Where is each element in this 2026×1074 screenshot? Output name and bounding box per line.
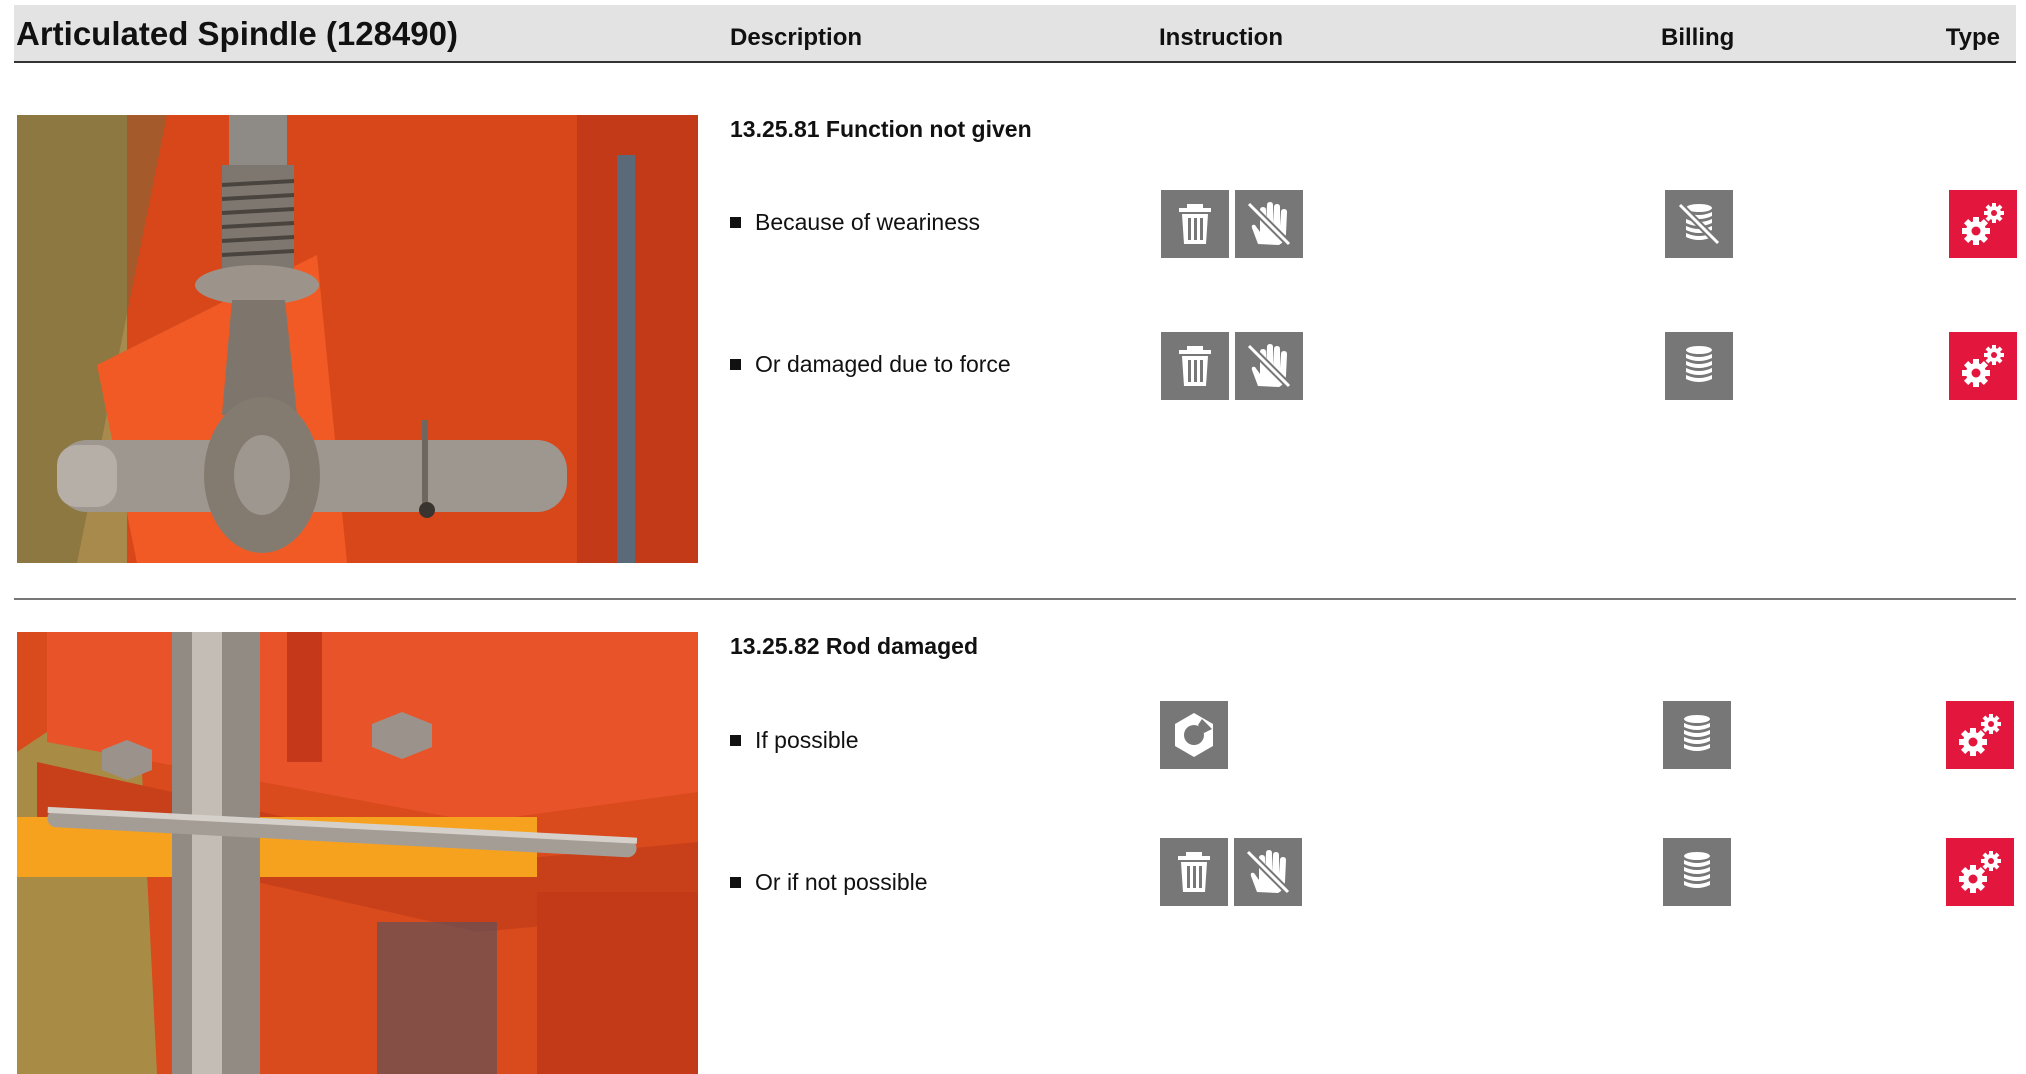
no-touch-icon bbox=[1235, 190, 1303, 258]
list-item: If possible bbox=[730, 727, 859, 754]
trash-icon bbox=[1161, 190, 1229, 258]
trash-icon bbox=[1160, 838, 1228, 906]
bullet-icon bbox=[730, 877, 741, 888]
header-bar: Articulated Spindle (128490) Description… bbox=[14, 5, 2016, 63]
page-title: Articulated Spindle (128490) bbox=[16, 15, 458, 52]
column-header-type: Type bbox=[1945, 24, 2000, 51]
column-header-billing: Billing bbox=[1661, 24, 1735, 51]
list-item: Or damaged due to force bbox=[730, 351, 1011, 378]
column-header-description: Description bbox=[730, 24, 863, 51]
gears-icon bbox=[1949, 332, 2017, 400]
bullet-icon bbox=[730, 735, 741, 746]
repair-nut-icon bbox=[1160, 701, 1228, 769]
item-label: Or damaged due to force bbox=[755, 351, 1011, 377]
item-label: Or if not possible bbox=[755, 869, 928, 895]
coin-stack-icon bbox=[1663, 838, 1731, 906]
part-photo-rod bbox=[17, 632, 698, 1074]
bullet-icon bbox=[730, 359, 741, 370]
part-photo-spindle-joint bbox=[17, 115, 698, 563]
gears-icon bbox=[1946, 838, 2014, 906]
no-touch-icon bbox=[1235, 332, 1303, 400]
bullet-icon bbox=[730, 217, 741, 228]
section-title: 13.25.82 Rod damaged bbox=[730, 633, 978, 659]
no-touch-icon bbox=[1234, 838, 1302, 906]
gears-icon bbox=[1946, 701, 2014, 769]
column-header-instruction: Instruction bbox=[1159, 24, 1283, 51]
trash-icon bbox=[1161, 332, 1229, 400]
list-item: Or if not possible bbox=[730, 869, 928, 896]
gears-icon bbox=[1949, 190, 2017, 258]
coin-stack-crossed-icon bbox=[1665, 190, 1733, 258]
item-label: If possible bbox=[755, 727, 859, 753]
item-label: Because of weariness bbox=[755, 209, 981, 235]
section-title: 13.25.81 Function not given bbox=[730, 116, 1032, 142]
list-item: Because of weariness bbox=[730, 209, 980, 236]
section-divider bbox=[14, 598, 2016, 600]
coin-stack-icon bbox=[1665, 332, 1733, 400]
coin-stack-icon bbox=[1663, 701, 1731, 769]
